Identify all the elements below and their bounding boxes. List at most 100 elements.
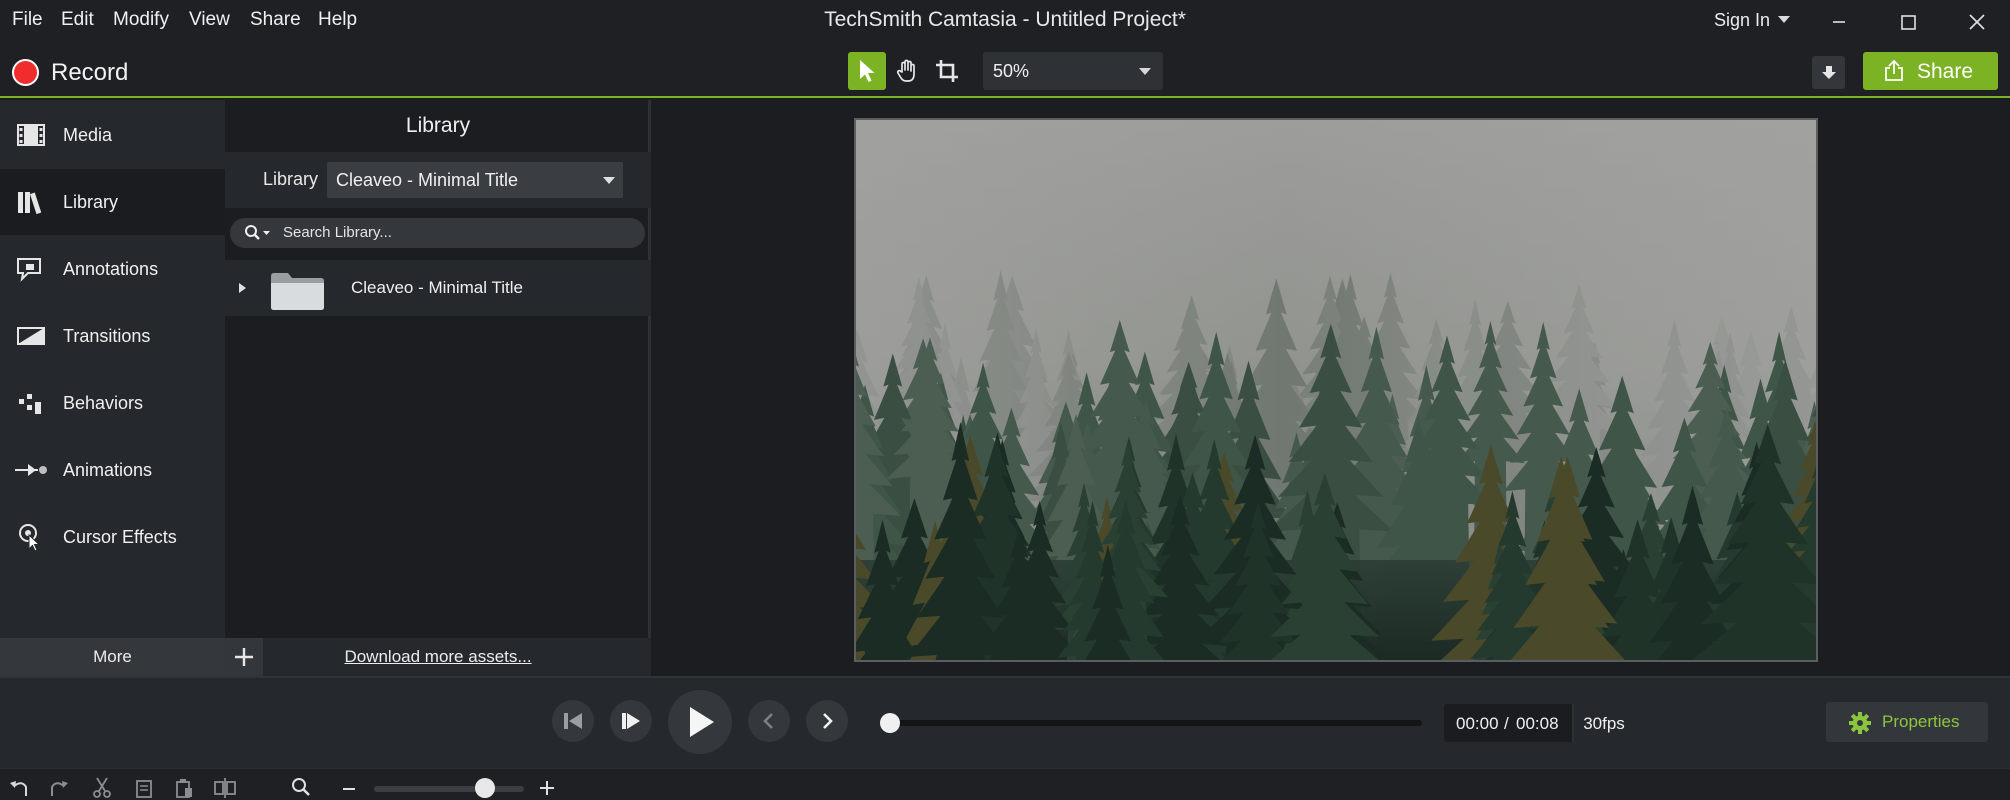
download-arrow-icon [1821,65,1836,79]
scissors-icon [93,777,111,798]
copy-icon [136,780,152,798]
menu-file[interactable]: File [12,9,43,31]
crop-tool-button[interactable] [928,52,966,90]
cursor-effects-icon [19,524,41,552]
menu-help[interactable]: Help [318,9,357,31]
more-button[interactable]: More [0,638,225,676]
timeline-zoom-button[interactable] [288,774,314,800]
sidebar-item-behaviors[interactable]: Behaviors [0,370,225,436]
record-button[interactable]: Record [51,59,128,87]
timeline-zoom-slider[interactable] [374,786,524,792]
minimize-button[interactable] [1816,6,1862,38]
split-icon [214,778,236,798]
copy-button[interactable] [131,774,157,800]
fps-value: 30fps [1583,714,1625,733]
add-button[interactable] [225,638,263,676]
previous-clip-button[interactable] [552,700,594,742]
callout-icon [17,258,41,282]
select-tool-button[interactable] [848,52,886,90]
menu-edit[interactable]: Edit [61,9,94,31]
sidebar-item-label: Media [63,125,113,145]
crop-icon [936,60,958,82]
zoom-dropdown[interactable]: 50% [983,52,1163,90]
library-footer: Download more assets... [225,638,651,676]
maximize-icon [1901,15,1916,30]
sidebar-item-library[interactable]: Library [0,169,225,235]
next-clip-button[interactable] [610,700,652,742]
undo-icon [10,781,27,796]
properties-button[interactable]: Properties [1826,702,1988,742]
chevron-down-icon [1778,16,1791,23]
sidebar-item-cursor-effects[interactable]: Cursor Effects [0,504,225,570]
time-separator: / [1504,714,1509,733]
zoom-in-button[interactable] [534,774,560,800]
sidebar-item-label: Library [63,192,119,212]
next-frame-button[interactable] [806,700,848,742]
hand-icon [896,59,915,82]
zoom-out-button[interactable] [336,774,362,800]
time-display: 00:00 / 00:08 30fps [1444,704,1634,742]
download-more-assets-link[interactable]: Download more assets... [225,647,651,667]
split-button[interactable] [212,774,238,800]
sidebar-item-label: Cursor Effects [63,527,177,547]
sidebar-item-animations[interactable]: Animations [0,437,225,503]
previous-frame-button[interactable] [748,700,790,742]
fps-display: 30fps [1572,704,1634,742]
search-icon [245,225,270,240]
paste-icon [176,779,192,798]
chevron-down-icon [1139,68,1151,75]
share-label: Share [1917,60,1974,83]
sign-in-label: Sign In [1714,10,1771,30]
menu-share[interactable]: Share [250,9,301,31]
minimize-icon [1833,21,1845,23]
menu-bar [0,0,2010,44]
sidebar-item-annotations[interactable]: Annotations [0,236,225,302]
close-button[interactable] [1954,6,2000,38]
transition-icon [17,327,45,345]
properties-label: Properties [1882,712,1960,731]
play-button[interactable] [668,690,732,754]
search-placeholder: Search Library... [283,224,392,241]
tools-sidebar: Media Library Annotations Transitions Be… [0,100,225,638]
share-button[interactable]: Share [1863,52,1998,90]
redo-button[interactable] [46,774,72,800]
close-icon [1969,14,1985,30]
undo-button[interactable] [6,774,32,800]
canvas-preview[interactable] [854,118,1818,662]
redo-icon [51,781,68,796]
plus-icon [235,648,253,666]
zoom-value: 50% [993,61,1030,81]
list-item[interactable]: Cleaveo - Minimal Title [225,260,651,316]
share-icon [1885,59,1903,81]
pan-tool-button[interactable] [888,52,926,90]
library-dropdown[interactable]: Cleaveo - Minimal Title [327,162,623,198]
sidebar-item-label: Annotations [63,259,159,279]
library-panel: Library Library Cleaveo - Minimal Title … [225,100,651,676]
sign-in-button[interactable]: Sign In [1714,10,1791,31]
gear-icon [1849,712,1871,734]
sidebar-item-media[interactable]: Media [0,102,225,168]
search-input[interactable]: Search Library... [230,218,645,248]
play-icon [690,707,714,737]
folder-icon [271,273,324,310]
playhead-handle[interactable] [880,713,900,733]
menu-modify[interactable]: Modify [113,9,169,31]
chevron-right-icon[interactable] [239,283,246,293]
chevron-down-icon [603,177,615,184]
current-time: 00:00 [1456,714,1499,733]
forest-image [856,120,1816,660]
paste-button[interactable] [171,774,197,800]
skip-forward-icon [622,713,640,729]
cut-button[interactable] [89,774,115,800]
sidebar-item-transitions[interactable]: Transitions [0,303,225,369]
download-button[interactable] [1812,56,1845,89]
menu-view[interactable]: View [189,9,230,31]
record-icon[interactable] [12,59,39,86]
maximize-button[interactable] [1885,6,1931,38]
timeline-zoom-handle[interactable] [475,778,495,798]
library-filter-bar: Library Cleaveo - Minimal Title [225,152,651,208]
books-icon [18,192,42,215]
playhead-scrubber[interactable] [884,720,1422,726]
library-select-label: Library [263,169,319,189]
library-dropdown-value: Cleaveo - Minimal Title [336,170,519,190]
